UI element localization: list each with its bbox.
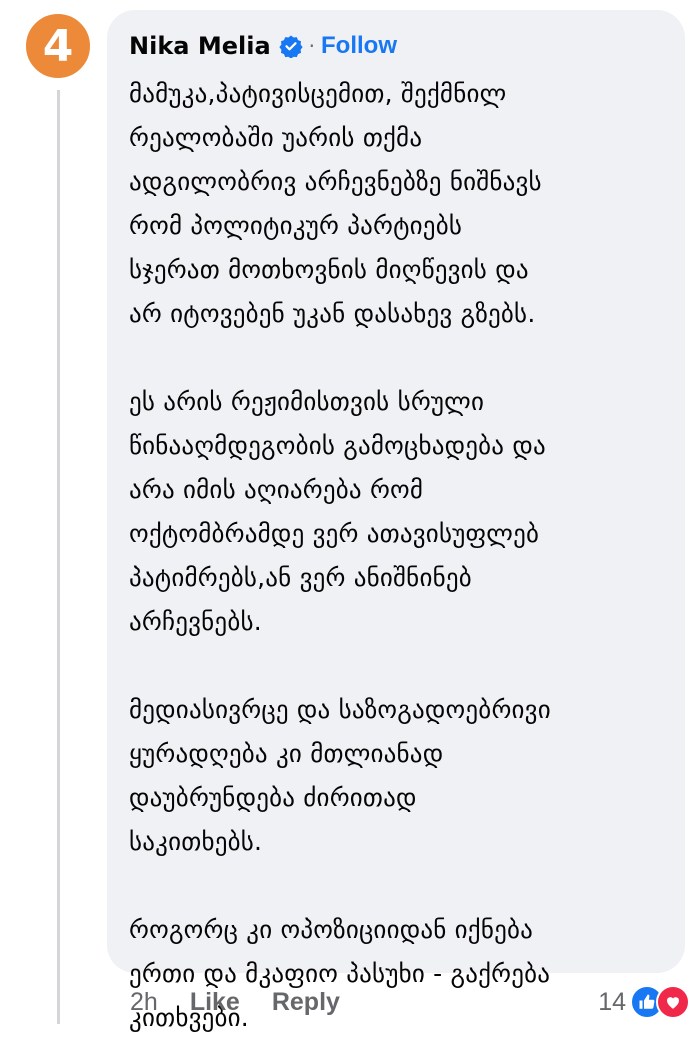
thread-line xyxy=(57,90,60,1024)
comment-body: მამუკა,პატივისცემით, შექმნილ რეალობაში უ… xyxy=(129,72,661,1040)
reaction-summary[interactable]: 14 xyxy=(598,982,690,1022)
rank-badge-number: 4 xyxy=(42,20,74,72)
verified-badge-icon xyxy=(279,34,303,58)
rank-badge-avatar[interactable]: 4 xyxy=(22,10,94,82)
comment-timestamp[interactable]: 2h xyxy=(130,988,158,1017)
comment-paragraph-1: მამუკა,პატივისცემით, შექმნილ რეალობაში უ… xyxy=(129,79,542,328)
comment-header: Nika Melia · Follow xyxy=(129,20,661,72)
heart-icon xyxy=(656,985,690,1019)
comment-paragraph-2: ეს არის რეჟიმისთვის სრული წინააღმდეგობის… xyxy=(129,387,546,636)
comment-actions: 2h Like Reply 14 xyxy=(130,982,690,1022)
comment-bubble: Nika Melia · Follow მამუკა,პატივისცემით,… xyxy=(107,10,685,1032)
reaction-count: 14 xyxy=(598,987,626,1016)
separator-dot: · xyxy=(308,34,315,58)
follow-button[interactable]: Follow xyxy=(321,32,397,60)
author-name[interactable]: Nika Melia xyxy=(129,32,271,60)
reply-button[interactable]: Reply xyxy=(272,988,340,1017)
like-button[interactable]: Like xyxy=(190,988,240,1017)
comment-paragraph-3: მედიასივრცე და საზოგადოებრივი ყურადღება … xyxy=(129,695,551,856)
